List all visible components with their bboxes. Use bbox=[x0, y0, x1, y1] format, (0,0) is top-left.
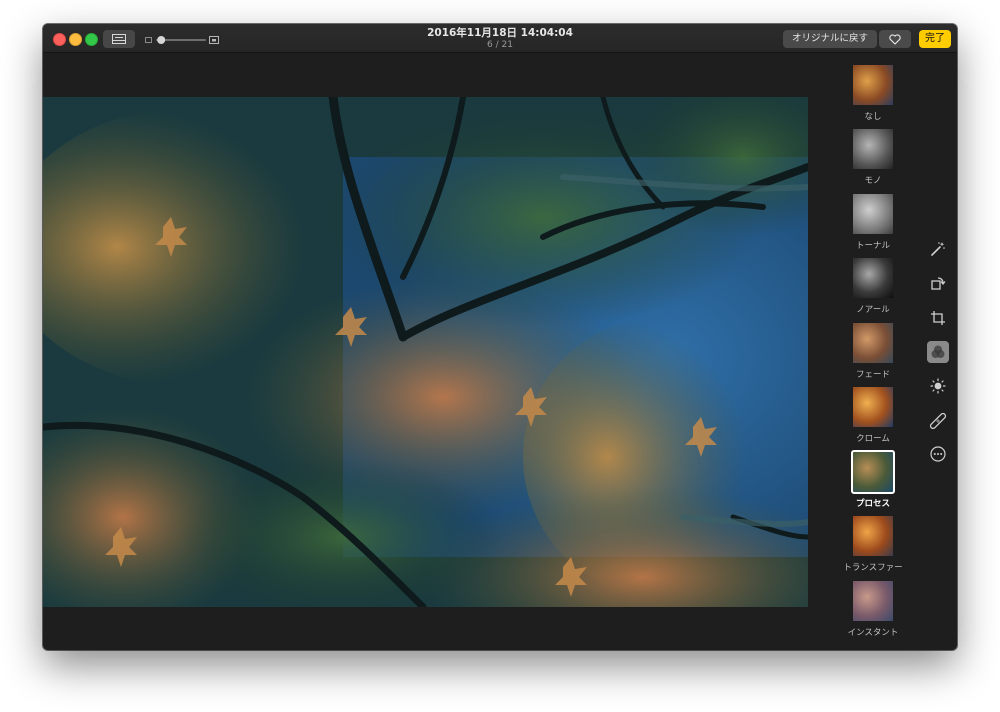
more-icon bbox=[930, 446, 946, 462]
filter-label: インスタント bbox=[847, 628, 899, 638]
adjust-icon bbox=[930, 378, 946, 394]
photos-edit-window: 2016年11月18日 14:04:04 6 / 21 オリジナルに戻す 完了 bbox=[43, 24, 957, 650]
rotate-icon bbox=[931, 277, 946, 290]
edited-photo bbox=[43, 97, 808, 607]
more-button[interactable] bbox=[927, 443, 949, 465]
filter-thumbnail bbox=[853, 258, 893, 298]
favorite-button[interactable] bbox=[879, 30, 911, 48]
retouch-button[interactable] bbox=[927, 410, 949, 432]
rotate-button[interactable] bbox=[927, 272, 949, 294]
sidebar-toggle-button[interactable] bbox=[103, 30, 135, 48]
window-title: 2016年11月18日 14:04:04 6 / 21 bbox=[343, 26, 657, 51]
filter-thumbnail bbox=[853, 65, 893, 105]
sidebar-icon bbox=[112, 34, 126, 44]
filter-label: トランスファー bbox=[843, 563, 903, 573]
enhance-button[interactable] bbox=[927, 238, 949, 260]
title-bar: 2016年11月18日 14:04:04 6 / 21 オリジナルに戻す 完了 bbox=[43, 24, 957, 53]
filters-button[interactable] bbox=[927, 341, 949, 363]
filter-label: クローム bbox=[856, 434, 890, 444]
close-window-button[interactable] bbox=[53, 33, 66, 46]
zoom-slider-knob[interactable] bbox=[157, 36, 166, 44]
retouch-icon bbox=[930, 413, 946, 429]
filter-label: フェード bbox=[855, 370, 890, 380]
filter-label: トーナル bbox=[855, 241, 890, 251]
filter-thumbnail bbox=[853, 581, 893, 621]
photo-position: 6 / 21 bbox=[487, 40, 513, 50]
minimize-window-button[interactable] bbox=[69, 33, 82, 46]
filters-icon bbox=[931, 345, 945, 358]
crop-button[interactable] bbox=[927, 307, 949, 329]
zoom-in-icon bbox=[209, 36, 219, 44]
done-button[interactable]: 完了 bbox=[919, 30, 951, 48]
adjust-button[interactable] bbox=[927, 375, 949, 397]
enhance-icon bbox=[931, 242, 945, 256]
filter-thumbnail bbox=[853, 323, 893, 363]
filter-label: プロセス bbox=[855, 499, 890, 509]
filter-thumbnail bbox=[853, 194, 893, 234]
filter-label: なし bbox=[864, 112, 882, 122]
zoom-slider[interactable] bbox=[145, 32, 221, 46]
crop-icon bbox=[931, 311, 945, 325]
zoom-out-icon bbox=[145, 37, 152, 43]
filter-label: モノ bbox=[864, 176, 882, 186]
filter-thumbnail bbox=[851, 450, 895, 494]
zoom-window-button[interactable] bbox=[85, 33, 98, 46]
photo-date-title: 2016年11月18日 14:04:04 bbox=[427, 27, 573, 39]
filter-thumbnail bbox=[853, 129, 893, 169]
filter-thumbnail bbox=[853, 516, 893, 556]
revert-to-original-button[interactable]: オリジナルに戻す bbox=[783, 30, 878, 48]
filter-thumbnail bbox=[853, 387, 893, 427]
filter-label: ノアール bbox=[856, 305, 890, 315]
heart-icon bbox=[889, 33, 901, 45]
